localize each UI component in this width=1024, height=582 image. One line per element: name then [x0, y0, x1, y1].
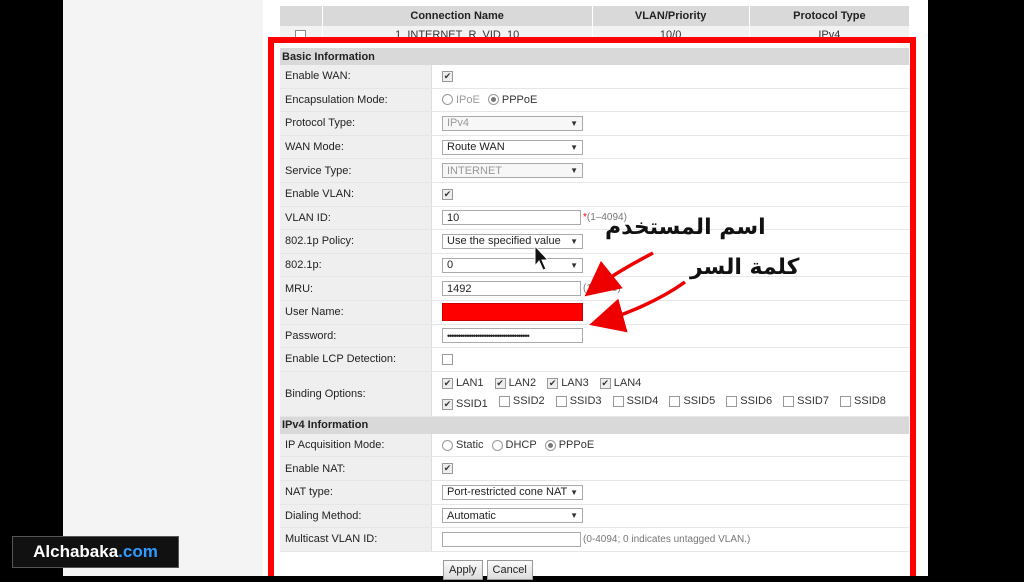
site-logo: Alchabaka .com [12, 536, 179, 568]
mouse-cursor-icon [534, 244, 550, 271]
annotation-password: كلمة السر [690, 255, 800, 280]
password-arrow [589, 280, 687, 333]
username-arrow [584, 251, 654, 297]
annotation-arrows [534, 244, 687, 333]
annotation-username: اسم المستخدم [605, 215, 766, 240]
